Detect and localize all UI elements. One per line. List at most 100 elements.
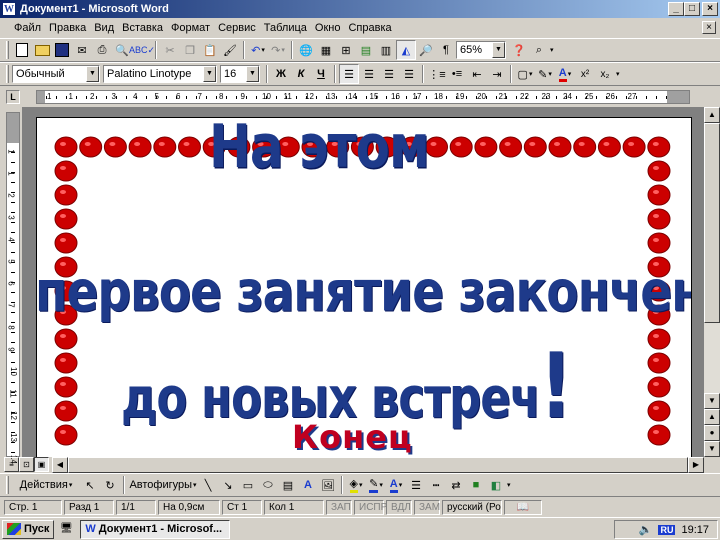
status-spelling[interactable]: 📖 — [504, 499, 542, 515]
document-close-button[interactable]: × — [702, 21, 716, 34]
line-color-button[interactable]: ✎ ▾ — [366, 475, 386, 495]
free-rotate-button[interactable]: ↻ — [100, 475, 120, 495]
status-overtype[interactable]: ЗАМ — [414, 499, 440, 515]
document-page[interactable]: На этом первое занятие закончено, до нов… — [36, 117, 692, 457]
line-style-button[interactable]: ☰ — [406, 475, 426, 495]
align-right-button[interactable]: ☰ — [379, 64, 399, 84]
volume-icon[interactable]: 🔈 — [639, 523, 653, 536]
status-record[interactable]: ЗАП — [326, 499, 352, 515]
menu-edit[interactable]: Правка — [45, 22, 90, 34]
horizontal-scrollbar[interactable]: ◀ ▶ — [52, 457, 704, 473]
justify-button[interactable]: ☰ — [399, 64, 419, 84]
menu-tools[interactable]: Сервис — [214, 22, 260, 34]
toolbar-options-icon[interactable]: ▾ — [550, 46, 554, 54]
save-button[interactable] — [52, 40, 72, 60]
drawing-button[interactable]: ◭ — [396, 40, 416, 60]
maximize-button[interactable]: □ — [684, 2, 700, 16]
underline-button[interactable]: Ч — [311, 64, 331, 84]
select-browse-object-button[interactable]: ● — [704, 425, 720, 441]
italic-button[interactable]: К — [291, 64, 311, 84]
redo-button[interactable]: ↷ ▾ — [268, 40, 288, 60]
bullets-button[interactable]: •≡ — [447, 64, 467, 84]
font-color-button[interactable]: A ▾ — [555, 64, 575, 84]
menu-view[interactable]: Вид — [90, 22, 118, 34]
scroll-up-button[interactable]: ▲ — [704, 107, 720, 123]
start-button[interactable]: Пуск — [2, 519, 55, 539]
scroll-down-button[interactable]: ▼ — [704, 393, 720, 409]
help-button[interactable]: ❓ — [509, 40, 529, 60]
new-document-button[interactable] — [12, 40, 32, 60]
language-indicator[interactable]: RU — [658, 524, 676, 535]
decrease-indent-button[interactable]: ⇤ — [467, 64, 487, 84]
desktop-icon[interactable]: 🖥 — [58, 521, 74, 537]
spelling-button[interactable]: ABC✓ — [129, 40, 155, 60]
arrow-style-button[interactable]: ⇄ — [446, 475, 466, 495]
status-track-changes[interactable]: ИСПР — [354, 499, 387, 515]
tables-borders-button[interactable]: ▦ — [316, 40, 336, 60]
3d-button[interactable]: ◧ — [486, 475, 506, 495]
toolbar-grip[interactable] — [6, 476, 9, 494]
align-center-button[interactable]: ☰ — [359, 64, 379, 84]
web-view-button[interactable]: ⊡ — [19, 457, 34, 472]
draw-actions-menu[interactable]: Действия ▾ — [12, 475, 80, 495]
vertical-scrollbar[interactable]: ▲ ▼ ▲ ● ▼ — [704, 107, 720, 457]
insert-table-button[interactable]: ⊞ — [336, 40, 356, 60]
chevron-down-icon[interactable]: ▼ — [86, 66, 99, 82]
align-left-button[interactable]: ☰ — [339, 64, 359, 84]
menu-format[interactable]: Формат — [167, 22, 214, 34]
columns-button[interactable]: ▥ — [376, 40, 396, 60]
menu-window[interactable]: Окно — [311, 22, 345, 34]
menu-file[interactable]: Файл — [10, 22, 45, 34]
toolbar-options-icon[interactable]: ▾ — [507, 481, 511, 489]
paste-button[interactable]: 📋 — [200, 40, 220, 60]
scroll-right-button[interactable]: ▶ — [688, 457, 704, 473]
numbering-button[interactable]: ⋮≡ — [427, 64, 447, 84]
print-button[interactable]: ⎙ — [92, 40, 112, 60]
style-select[interactable]: Обычный ▼ — [12, 65, 100, 83]
copy-button[interactable]: ❐ — [180, 40, 200, 60]
clipart-button[interactable]: 🖼 — [318, 475, 338, 495]
superscript-button[interactable]: x² — [575, 64, 595, 84]
chevron-down-icon[interactable]: ▼ — [246, 66, 259, 82]
horizontal-ruler[interactable]: 1 1 2 3 4 5 6 7 8 9 10 11 12 13 14 15 16 17 18 19 20 21 22 23 24… — [36, 90, 690, 104]
show-hide-button[interactable]: ¶ — [436, 40, 456, 60]
insert-excel-button[interactable]: ▤ — [356, 40, 376, 60]
toolbar-options-icon[interactable]: ▾ — [616, 70, 620, 78]
cut-button[interactable]: ✂ — [160, 40, 180, 60]
wordart-button[interactable]: A — [298, 475, 318, 495]
font-size-select[interactable]: 16 ▼ — [220, 65, 260, 83]
rectangle-tool-button[interactable]: ▭ — [238, 475, 258, 495]
word-app-icon[interactable]: W — [2, 2, 16, 16]
heading-line-2[interactable]: первое занятие закончено, — [37, 230, 691, 331]
normal-view-button[interactable]: ≡ — [4, 457, 19, 472]
document-map-button[interactable]: 🔎 — [416, 40, 436, 60]
fill-color-button[interactable]: ◈ ▾ — [346, 475, 366, 495]
document-area[interactable]: На этом первое занятие закончено, до нов… — [22, 107, 704, 457]
undo-button[interactable]: ↶ ▾ — [248, 40, 268, 60]
autoshapes-menu[interactable]: Автофигуры ▾ — [128, 475, 198, 495]
menu-table[interactable]: Таблица — [260, 22, 311, 34]
line-tool-button[interactable]: ╲ — [198, 475, 218, 495]
shadow-button[interactable]: ■ — [466, 475, 486, 495]
toolbar-grip[interactable] — [6, 65, 9, 83]
select-objects-button[interactable]: ↖ — [80, 475, 100, 495]
previous-page-button[interactable]: ▲ — [704, 409, 720, 425]
menu-insert[interactable]: Вставка — [118, 22, 167, 34]
font-select[interactable]: Palatino Linotype ▼ — [103, 65, 217, 83]
dash-style-button[interactable]: ┅ — [426, 475, 446, 495]
textbox-button[interactable]: ▤ — [278, 475, 298, 495]
chevron-down-icon[interactable]: ▼ — [203, 66, 216, 82]
minimize-button[interactable]: _ — [668, 2, 684, 16]
menu-help[interactable]: Справка — [344, 22, 395, 34]
tab-selector[interactable]: L — [6, 90, 20, 104]
toolbar-grip[interactable] — [6, 41, 9, 59]
arrow-tool-button[interactable]: ↘ — [218, 475, 238, 495]
vertical-ruler[interactable]: 1 1 2 3 4 5 6 7 8 9 10 11 12 13 14 — [6, 112, 20, 464]
print-layout-button[interactable]: ▣ — [34, 457, 49, 472]
chevron-down-icon[interactable]: ▼ — [492, 42, 505, 58]
increase-indent-button[interactable]: ⇥ — [487, 64, 507, 84]
task-word-document[interactable]: W Документ1 - Microsof... — [80, 519, 231, 539]
borders-button[interactable]: ▢ ▾ — [515, 64, 535, 84]
scroll-thumb[interactable] — [704, 123, 720, 323]
email-button[interactable]: ✉ — [72, 40, 92, 60]
